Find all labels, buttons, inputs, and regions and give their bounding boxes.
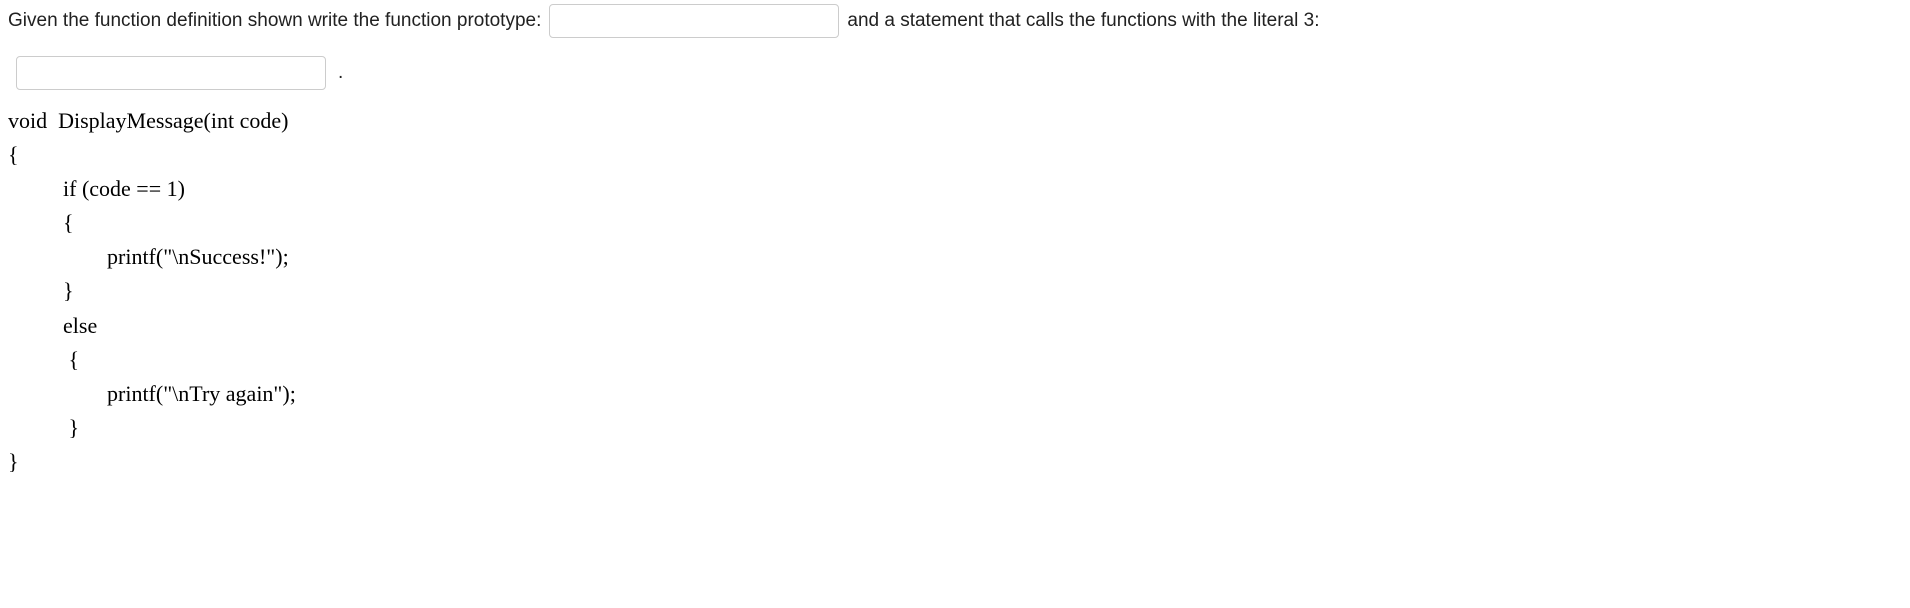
code-line: {: [8, 210, 74, 235]
code-line: }: [8, 415, 79, 440]
period-text: .: [338, 62, 343, 84]
code-line: else: [8, 313, 97, 338]
code-line: }: [8, 278, 74, 303]
code-block: void DisplayMessage(int code) { if (code…: [8, 104, 1902, 479]
code-line: printf("\nSuccess!");: [8, 244, 289, 269]
question-line-2: .: [8, 56, 1902, 90]
code-line: {: [8, 142, 19, 167]
prototype-input[interactable]: [549, 4, 839, 38]
code-line: {: [8, 347, 79, 372]
code-line: }: [8, 449, 19, 474]
code-line: if (code == 1): [8, 176, 185, 201]
question-text-part1: Given the function definition shown writ…: [8, 10, 541, 32]
code-line: void DisplayMessage(int code): [8, 108, 288, 133]
code-line: printf("\nTry again");: [8, 381, 296, 406]
question-text-part2: and a statement that calls the functions…: [847, 10, 1319, 32]
question-line-1: Given the function definition shown writ…: [8, 4, 1902, 38]
call-statement-input[interactable]: [16, 56, 326, 90]
